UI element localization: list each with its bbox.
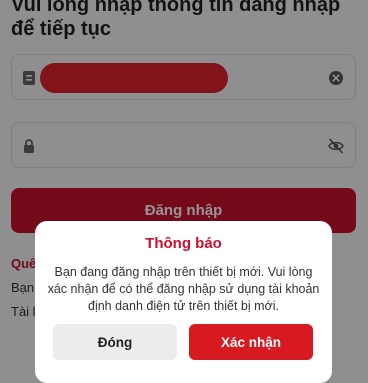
dialog-title: Thông báo [145, 235, 222, 252]
notice-dialog: Thông báo Bạn đang đăng nhập trên thiết … [35, 221, 332, 383]
dialog-message: Bạn đang đăng nhập trên thiết bị mới. Vu… [47, 265, 320, 313]
close-button[interactable]: Đóng [53, 324, 177, 360]
confirm-button[interactable]: Xác nhận [189, 324, 313, 360]
